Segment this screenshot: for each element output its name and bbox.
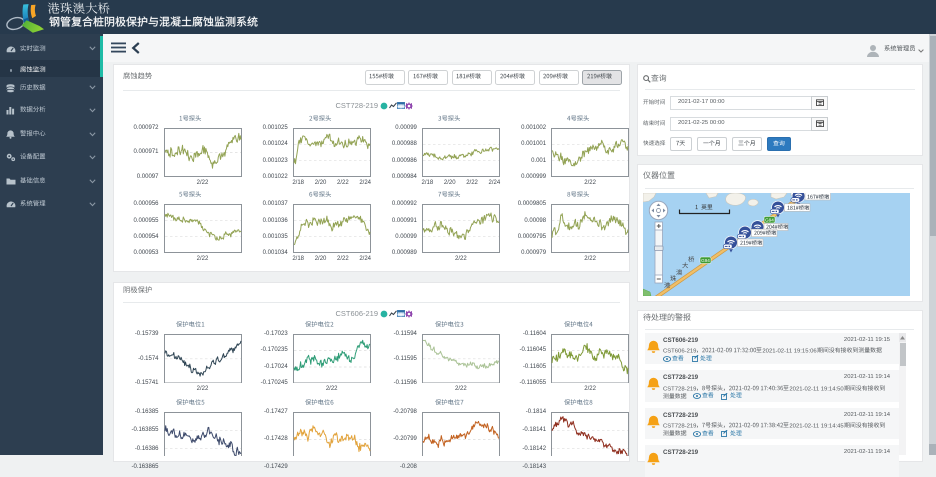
- svg-text:G94: G94: [701, 258, 710, 263]
- svg-text:G94: G94: [765, 218, 774, 223]
